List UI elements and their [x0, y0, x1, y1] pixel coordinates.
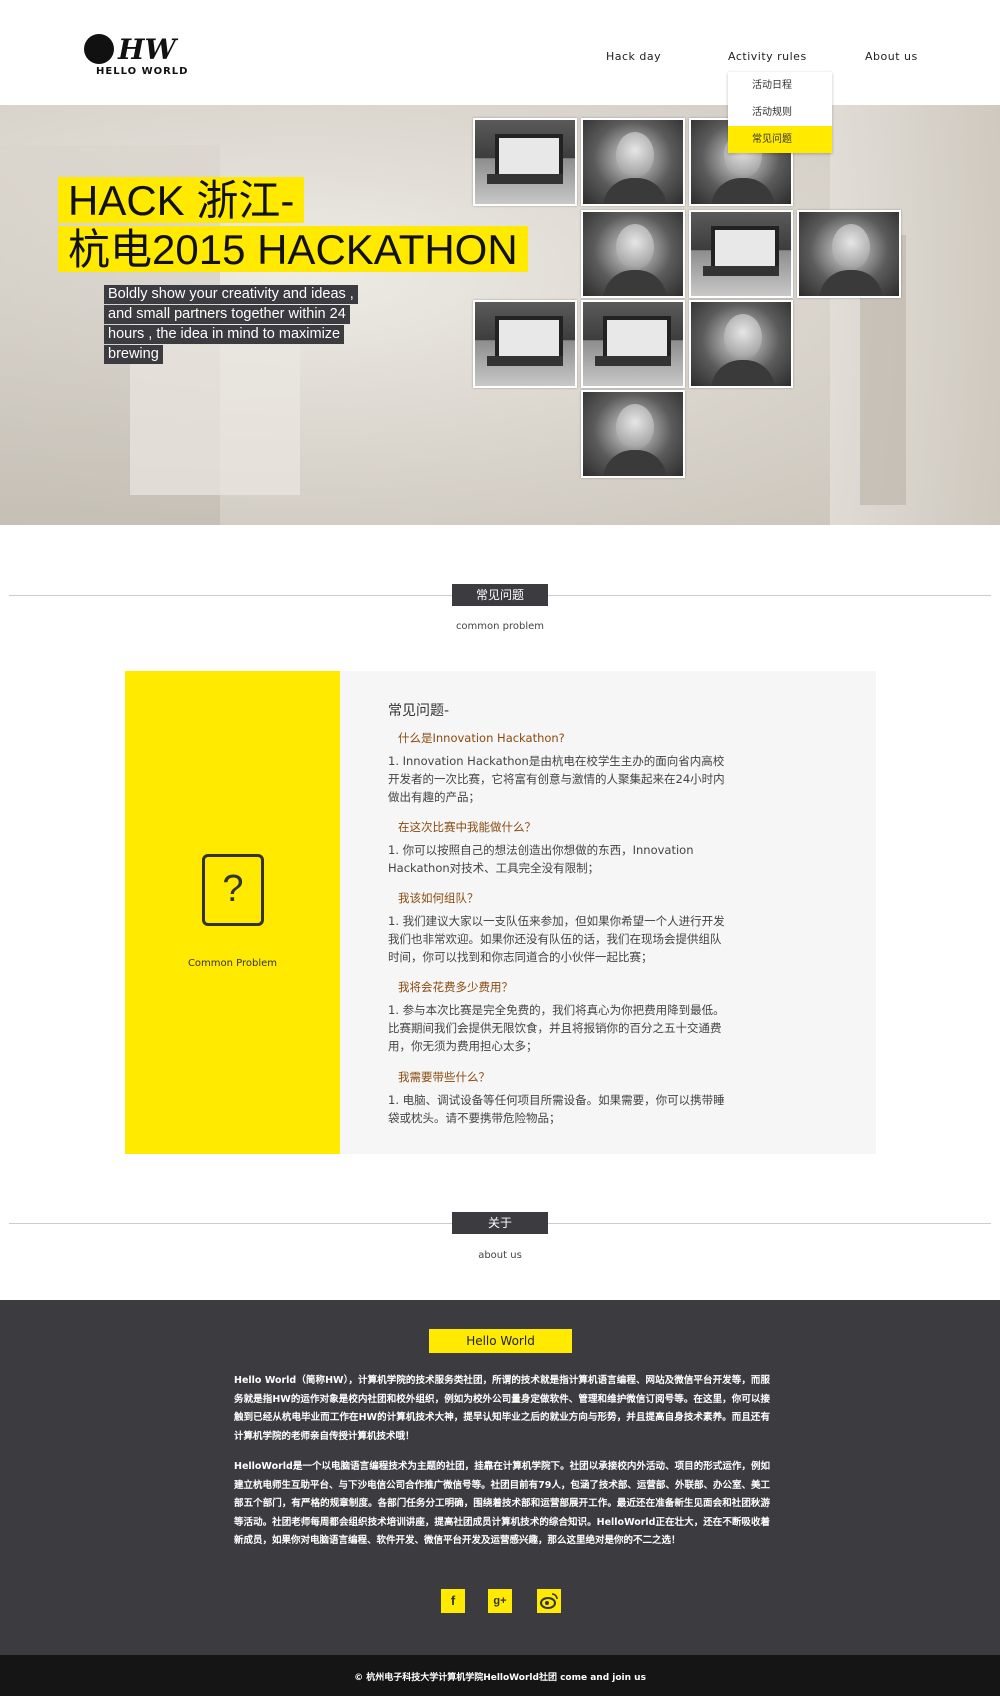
photo-tile-person	[797, 210, 901, 298]
faq-sidebar-label: Common Problem	[187, 958, 278, 969]
logo-subtitle: HELLO WORLD	[96, 66, 189, 77]
photo-tile-laptop	[689, 210, 793, 298]
hero-background-shape	[830, 105, 1000, 525]
hello-world-tag: Hello World	[429, 1329, 572, 1353]
faq-answer-line: 比赛期间我们会提供无限饮食，并且将报销你的百分之五十交通费	[388, 1021, 722, 1035]
photo-tile-laptop	[581, 300, 685, 388]
photo-tile-laptop	[473, 118, 577, 206]
weibo-icon[interactable]	[537, 1589, 561, 1613]
hero-title-line2: 杭电2015 HACKATHON	[58, 226, 528, 273]
faq-answer: 1. 参与本次比赛是完全免费的，我们将真心为你把费用降到最低。 比赛期间我们会提…	[388, 1001, 768, 1055]
faq-answer: 1. 你可以按照自己的想法创造出你想做的东西，Innovation Hackat…	[388, 841, 768, 877]
faq-question: 什么是Innovation Hackathon?	[398, 731, 565, 745]
faq-section-subtitle: common problem	[455, 621, 545, 632]
photo-tile-person	[581, 390, 685, 478]
hero-description: Boldly show your creativity and ideas ,	[104, 285, 358, 304]
photo-tile-person	[689, 300, 793, 388]
faq-answer-line: 1. 参与本次比赛是完全免费的，我们将真心为你把费用降到最低。	[388, 1003, 725, 1017]
footer-paragraph: HelloWorld是一个以电脑语言编程技术为主题的社团，挂靠在计算机学院下。社…	[234, 1461, 770, 1546]
faq-question: 我该如何组队？	[398, 891, 479, 905]
hero-description: hours , the idea in mind to maximize	[104, 325, 345, 344]
hero-description: and small partners together within 24	[104, 305, 350, 324]
google-plus-icon[interactable]: g+	[488, 1589, 512, 1613]
footer-paragraph: Hello World（简称HW），计算机学院的技术服务类社团，所谓的技术就是指…	[234, 1375, 770, 1442]
faq-answer-line: 1. 电脑、调试设备等任何项目所需设备。如果需要，你可以携带睡	[388, 1093, 725, 1107]
photo-tile-laptop	[473, 300, 577, 388]
faq-answer-line: 时间，你可以找到和你志同道合的小伙伴一起比赛；	[388, 950, 653, 964]
faq-answer: 1. 电脑、调试设备等任何项目所需设备。如果需要，你可以携带睡 袋或枕头。请不要…	[388, 1091, 768, 1127]
logo-mark	[84, 34, 114, 64]
faq-answer-line: 1. Innovation Hackathon是由杭电在校学生主办的面向省内高校	[388, 754, 725, 768]
faq-question: 我将会花费多少费用？	[398, 980, 513, 994]
site-header: HW HELLO WORLD Hack day Activity rules A…	[0, 0, 1000, 105]
faq-answer-line: Hackathon对技术、工具完全没有限制；	[388, 861, 600, 875]
faq-answer-line: 用，你无须为费用担心太多；	[388, 1039, 538, 1053]
faq-question: 我需要带些什么？	[398, 1070, 490, 1084]
nav-hack-day[interactable]: Hack day	[606, 50, 661, 63]
faq-answer-line: 做出有趣的产品；	[388, 790, 480, 804]
hero-banner: HACK 浙江- 杭电2015 HACKATHON Boldly show yo…	[0, 105, 1000, 525]
faq-answer: 1. Innovation Hackathon是由杭电在校学生主办的面向省内高校…	[388, 752, 768, 806]
nav-activity-rules[interactable]: Activity rules	[728, 50, 807, 63]
weibo-icon-glyph	[540, 1593, 558, 1609]
nav-about-us[interactable]: About us	[865, 50, 918, 63]
faq-answer-line: 1. 你可以按照自己的想法创造出你想做的东西，Innovation	[388, 843, 694, 857]
faq-section-tag: 常见问题	[452, 584, 548, 606]
logo-text: HW	[118, 33, 176, 66]
logo[interactable]: HW HELLO WORLD	[84, 32, 204, 78]
dropdown-item-schedule[interactable]: 活动日程	[728, 72, 832, 99]
faq-answer-line: 1. 我们建议大家以一支队伍来参加，但如果你希望一个人进行开发	[388, 914, 725, 928]
faq-answer-line: 我们也非常欢迎。如果你还没有队伍的话，我们在现场会提供组队	[388, 932, 722, 946]
faq-answer-line: 开发者的一次比赛，它将富有创意与激情的人聚集起来在24小时内	[388, 772, 725, 786]
copyright-text: © 杭州电子科技大学计算机学院HelloWorld社团 come and joi…	[354, 1673, 646, 1683]
faq-answer-line: 袋或枕头。请不要携带危险物品；	[388, 1111, 561, 1125]
about-section-tag: 关于	[452, 1212, 548, 1234]
question-icon: ?	[202, 854, 264, 926]
activity-rules-dropdown: 活动日程 活动规则 常见问题	[728, 72, 832, 153]
dropdown-item-faq[interactable]: 常见问题	[728, 126, 832, 153]
hero-description: brewing	[104, 345, 163, 364]
dropdown-item-rules[interactable]: 活动规则	[728, 99, 832, 126]
photo-tile-person	[581, 210, 685, 298]
facebook-icon[interactable]: f	[441, 1589, 465, 1613]
faq-heading: 常见问题-	[388, 703, 450, 719]
about-section-subtitle: about us	[478, 1250, 522, 1261]
hero-title-line1: HACK 浙江-	[58, 177, 305, 224]
faq-answer: 1. 我们建议大家以一支队伍来参加，但如果你希望一个人进行开发 我们也非常欢迎。…	[388, 912, 768, 966]
faq-question: 在这次比赛中我能做什么？	[398, 820, 536, 834]
photo-tile-person	[581, 118, 685, 206]
